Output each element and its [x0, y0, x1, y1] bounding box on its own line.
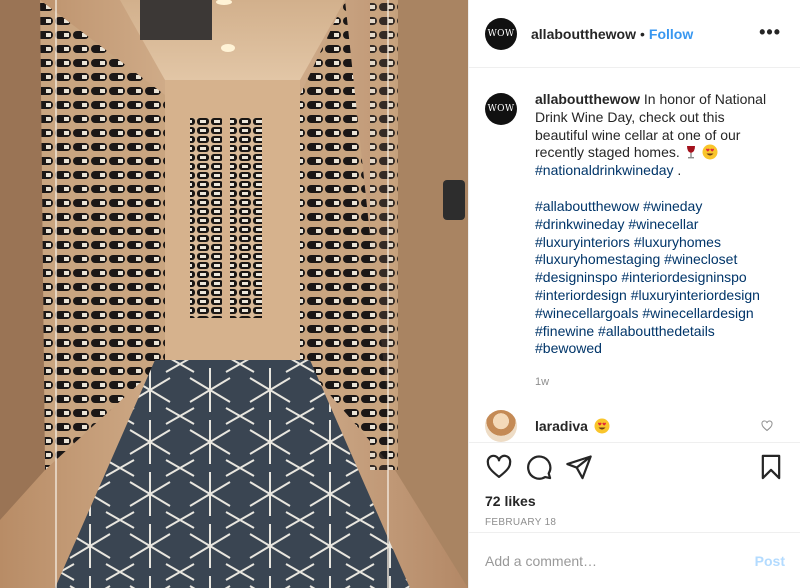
likes-count[interactable]: 72 likes	[485, 493, 785, 509]
follow-button[interactable]: Follow	[649, 26, 693, 42]
bookmark-icon[interactable]	[757, 453, 785, 481]
hashtag-line[interactable]: #finewine #allaboutthedetails	[535, 323, 781, 341]
header-username[interactable]: allaboutthewow	[531, 26, 636, 42]
wine-cellar-image	[0, 0, 468, 588]
caption-avatar-text: WOW	[487, 104, 515, 114]
avatar-text: WOW	[487, 28, 515, 39]
hashtag-line[interactable]: #luxuryhomestaging #winecloset	[535, 251, 781, 269]
comment-like-heart-icon[interactable]	[761, 420, 773, 432]
actions-section: 72 likes FEBRUARY 18	[469, 442, 800, 546]
post-date[interactable]: FEBRUARY 18	[485, 517, 785, 528]
post-comment-button[interactable]: Post	[755, 553, 785, 569]
heart-eyes-emoji	[702, 144, 718, 160]
hashtag-line[interactable]: #designinspo #interiordesigninspo	[535, 269, 781, 287]
more-options-icon[interactable]: •••	[759, 22, 781, 43]
avatar[interactable]: WOW	[485, 17, 517, 50]
hashtag-line[interactable]: #interiordesign #luxuryinteriordesign	[535, 287, 781, 305]
comment-row: laradiva	[485, 409, 785, 442]
commenter-avatar[interactable]	[485, 409, 517, 442]
wine-glass-emoji	[686, 146, 695, 159]
caption: WOW allaboutthewow In honor of National …	[485, 91, 785, 392]
add-comment-bar: Post	[469, 532, 800, 588]
heart-icon[interactable]	[485, 453, 513, 481]
post-header: WOW allaboutthewow • Follow •••	[469, 0, 800, 68]
comment-input[interactable]	[485, 552, 755, 569]
hashtag-line[interactable]: #drinkwineday #winecellar	[535, 216, 781, 234]
hashtag-list: #allaboutthewow #wineday #drinkwineday #…	[535, 198, 781, 358]
caption-inline-hashtag[interactable]: #nationaldrinkwineday	[535, 162, 674, 178]
post-side-panel: WOW allaboutthewow • Follow ••• WOW alla…	[468, 0, 800, 588]
comments-section[interactable]: WOW allaboutthewow In honor of National …	[469, 69, 800, 444]
caption-avatar[interactable]: WOW	[485, 93, 517, 125]
post-photo[interactable]	[0, 0, 468, 588]
caption-trailing: .	[673, 162, 682, 179]
comment-icon[interactable]	[525, 453, 553, 481]
hashtag-line[interactable]: #luxuryinteriors #luxuryhomes	[535, 234, 781, 252]
share-icon[interactable]	[565, 453, 593, 481]
caption-body: allaboutthewow In honor of National Drin…	[535, 91, 781, 392]
hashtag-line[interactable]: #bewowed	[535, 340, 781, 358]
hashtag-line[interactable]: #winecellargoals #winecellardesign	[535, 305, 781, 323]
caption-username[interactable]: allaboutthewow	[535, 91, 640, 107]
action-icons	[485, 453, 785, 493]
comment-username[interactable]: laradiva	[535, 418, 588, 434]
hashtag-line[interactable]: #allaboutthewow #wineday	[535, 198, 781, 216]
caption-time[interactable]: 1w	[535, 374, 781, 392]
header-separator: •	[640, 25, 645, 42]
heart-eyes-emoji	[594, 418, 610, 434]
